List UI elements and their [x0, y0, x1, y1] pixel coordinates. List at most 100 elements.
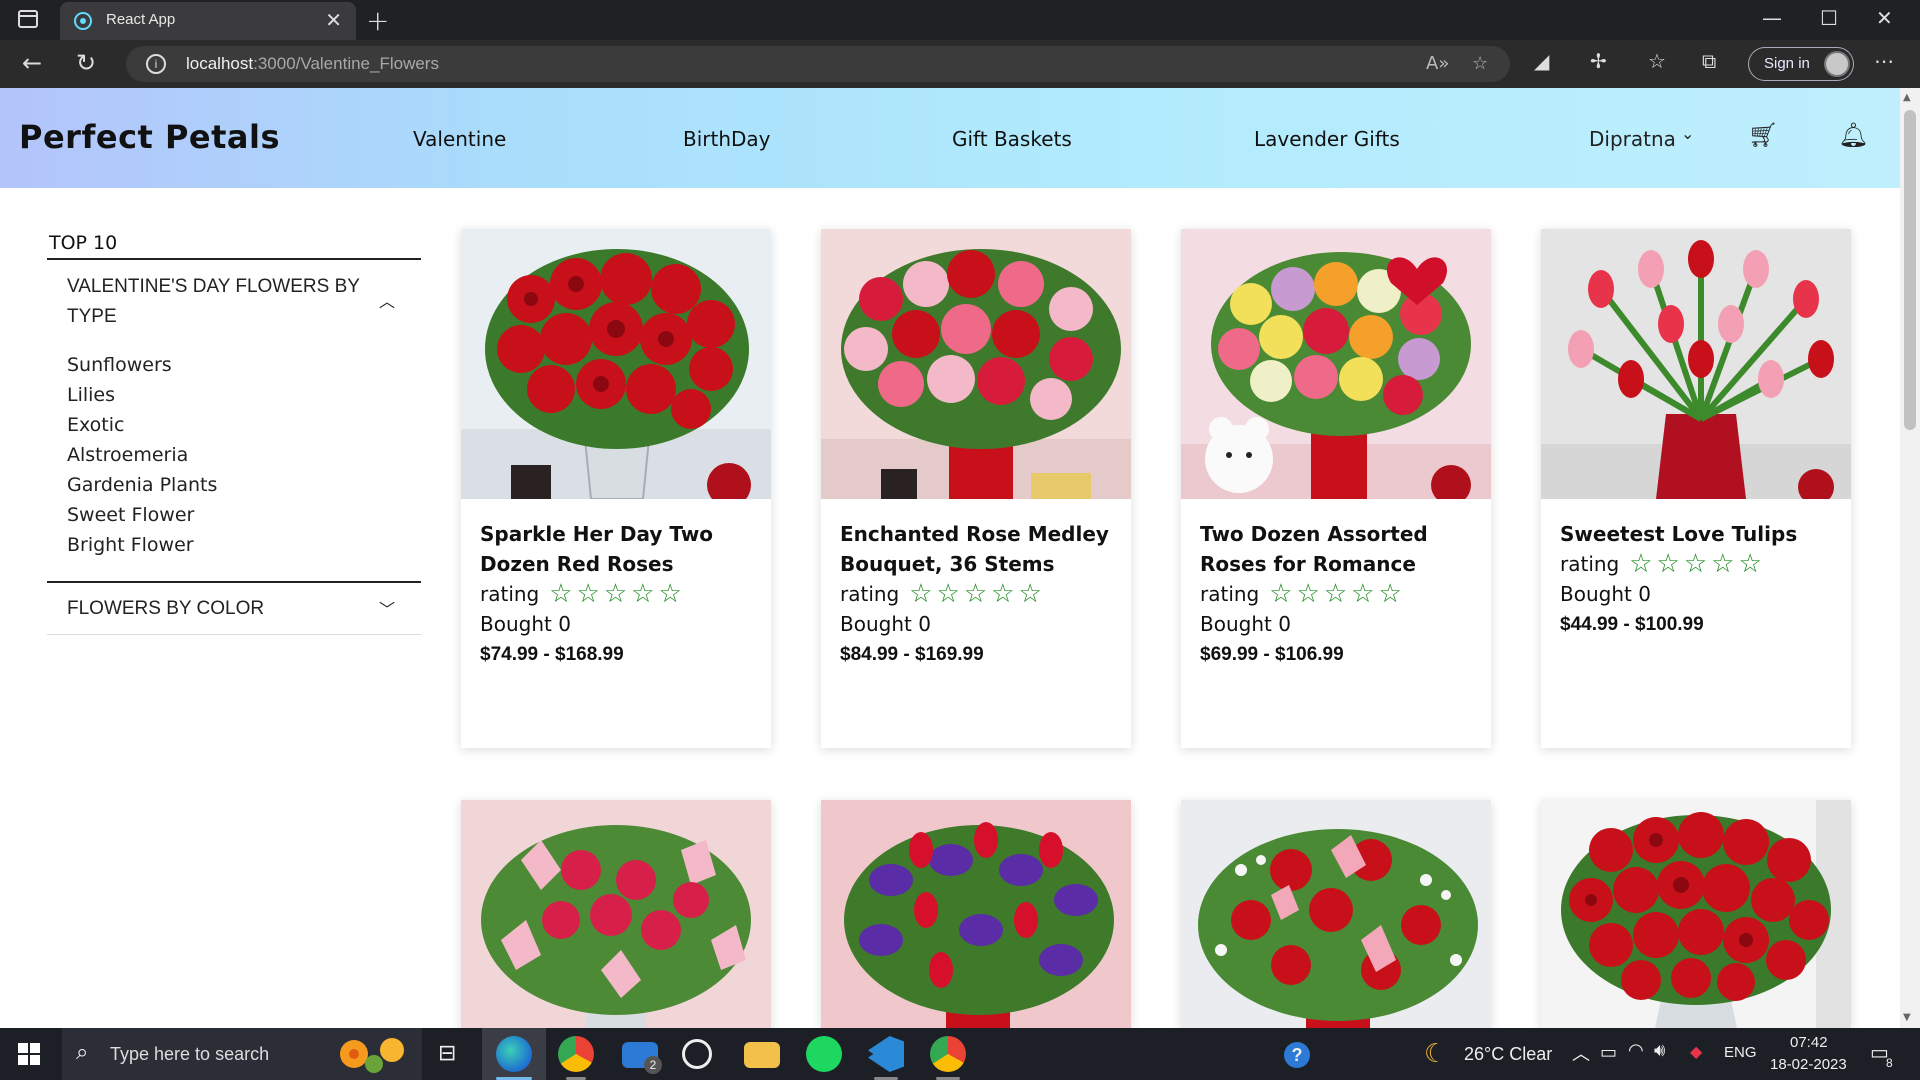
list-item[interactable]: Sweet Flower [67, 500, 217, 530]
reload-icon[interactable]: ↻ [76, 49, 96, 77]
divider [47, 581, 421, 583]
chrome-profile-icon[interactable] [930, 1036, 966, 1072]
browser-tab-bar: React App ✕ + — ☐ ✕ [0, 0, 1920, 40]
chevron-down-icon[interactable]: ﹀ [379, 596, 395, 620]
windows-start-icon[interactable] [18, 1043, 40, 1065]
star-rating-icon[interactable]: ☆☆☆☆☆ [549, 579, 686, 609]
star-rating-icon[interactable]: ☆☆☆☆☆ [1269, 579, 1406, 609]
product-title[interactable]: Sweetest Love Tulips [1560, 519, 1833, 549]
windows-taskbar: ⌕ Type here to search ⊟ 2 ? ☾ 26°C Clear… [0, 1028, 1920, 1080]
site-info-icon[interactable]: i [146, 54, 166, 74]
favorites-icon[interactable]: ☆ [1648, 49, 1666, 73]
language-indicator[interactable]: ENG [1724, 1044, 1757, 1061]
chrome-icon[interactable] [558, 1036, 594, 1072]
read-aloud-icon[interactable]: A» [1426, 53, 1449, 74]
wifi-icon[interactable]: ◠ [1628, 1040, 1644, 1061]
scroll-down-arrow-icon[interactable]: ▼ [1903, 1012, 1911, 1023]
scrollbar-thumb[interactable] [1904, 110, 1916, 430]
minimize-button[interactable]: — [1762, 6, 1782, 30]
vscode-icon[interactable] [868, 1036, 904, 1072]
product-card[interactable] [821, 800, 1131, 1028]
product-image[interactable] [1181, 800, 1491, 1028]
product-card[interactable]: Enchanted Rose Medley Bouquet, 36 Stems … [821, 229, 1131, 748]
tab-close-icon[interactable]: ✕ [325, 8, 342, 32]
list-item[interactable]: Sunflowers [67, 350, 217, 380]
product-title[interactable]: Two Dozen Assorted Roses for Romance [1200, 519, 1473, 579]
list-item[interactable]: Lilies [67, 380, 217, 410]
product-title[interactable]: Sparkle Her Day Two Dozen Red Roses [480, 519, 753, 579]
product-card[interactable] [1541, 800, 1851, 1028]
list-item[interactable]: Bright Flower [67, 530, 217, 560]
product-card[interactable]: Sparkle Her Day Two Dozen Red Roses rati… [461, 229, 771, 748]
back-icon[interactable]: ← [22, 49, 42, 77]
nav-gift-baskets[interactable]: Gift Baskets [952, 127, 1072, 151]
bell-icon[interactable]: 🔔︎ [1838, 121, 1868, 149]
new-tab-button[interactable]: + [366, 4, 389, 37]
product-card[interactable] [461, 800, 771, 1028]
chevron-up-icon[interactable]: ︿ [1572, 1040, 1590, 1066]
product-image[interactable] [461, 229, 771, 499]
product-card[interactable]: Sweetest Love Tulips rating ☆☆☆☆☆ Bought… [1541, 229, 1851, 748]
section-by-type[interactable]: VALENTINE'S DAY FLOWERS BY TYPE [67, 272, 367, 332]
tab-actions-icon[interactable] [18, 10, 38, 28]
github-icon[interactable] [682, 1039, 712, 1069]
product-image[interactable] [461, 800, 771, 1028]
device-icon[interactable]: ▭ [1600, 1042, 1617, 1063]
chevron-down-icon[interactable]: ⌄ [1681, 124, 1694, 143]
rating-label: rating [840, 582, 900, 606]
browser-tab[interactable]: React App ✕ [60, 2, 356, 40]
performance-icon[interactable]: ◢ [1534, 49, 1549, 73]
list-item[interactable]: Exotic [67, 410, 217, 440]
product-card[interactable] [1181, 800, 1491, 1028]
nav-birthday[interactable]: BirthDay [683, 127, 771, 151]
task-view-icon[interactable]: ⊟ [438, 1040, 456, 1066]
edge-icon[interactable] [496, 1036, 532, 1072]
brand-logo[interactable]: Perfect Petals [19, 118, 280, 156]
price-range: $84.99 - $169.99 [840, 644, 984, 665]
bought-count: Bought 0 [840, 612, 931, 636]
spotify-icon[interactable] [806, 1036, 842, 1072]
nav-valentine[interactable]: Valentine [413, 127, 506, 151]
sign-in-button[interactable]: Sign in [1748, 47, 1854, 81]
nav-lavender-gifts[interactable]: Lavender Gifts [1254, 127, 1400, 151]
maximize-button[interactable]: ☐ [1820, 6, 1838, 30]
list-item[interactable]: Alstroemeria [67, 440, 217, 470]
clock-date[interactable]: 18-02-2023 [1770, 1056, 1847, 1073]
product-image[interactable] [1541, 800, 1851, 1028]
close-window-button[interactable]: ✕ [1876, 6, 1893, 30]
weather-text[interactable]: 26°C Clear [1464, 1044, 1552, 1065]
type-list: Sunflowers Lilies Exotic Alstroemeria Ga… [67, 350, 217, 560]
product-image[interactable] [1541, 229, 1851, 499]
section-by-color[interactable]: FLOWERS BY COLOR [67, 594, 367, 624]
clock-time[interactable]: 07:42 [1790, 1034, 1828, 1051]
user-menu[interactable]: Dipratna [1589, 127, 1676, 151]
collections-icon[interactable]: ⧉ [1702, 49, 1716, 73]
favorite-add-icon[interactable]: ☆ [1472, 53, 1488, 74]
taskbar-search[interactable]: ⌕ Type here to search [62, 1028, 422, 1080]
product-title[interactable]: Enchanted Rose Medley Bouquet, 36 Stems [840, 519, 1113, 579]
url-text[interactable]: localhost:3000/Valentine_Flowers [186, 54, 439, 74]
address-bar[interactable]: i localhost:3000/Valentine_Flowers A» ☆ [126, 46, 1510, 82]
product-card[interactable]: Two Dozen Assorted Roses for Romance rat… [1181, 229, 1491, 748]
product-image[interactable] [821, 800, 1131, 1028]
cart-icon[interactable]: 🛒︎ [1748, 121, 1778, 149]
security-icon[interactable]: ◆ [1690, 1042, 1702, 1062]
list-item[interactable]: Gardenia Plants [67, 470, 217, 500]
volume-icon[interactable]: 🔊︎ [1654, 1040, 1665, 1061]
star-rating-icon[interactable]: ☆☆☆☆☆ [909, 579, 1046, 609]
divider [47, 258, 421, 260]
search-icon: ⌕ [76, 1040, 89, 1065]
rating-row: rating ☆☆☆☆☆ [1200, 579, 1473, 609]
file-explorer-icon[interactable] [744, 1042, 780, 1068]
product-image[interactable] [1181, 229, 1491, 499]
top-10-link[interactable]: TOP 10 [49, 232, 117, 254]
more-menu-icon[interactable]: ⋯ [1874, 49, 1894, 73]
chevron-up-icon[interactable]: ︿ [379, 288, 395, 312]
scroll-up-arrow-icon[interactable]: ▲ [1903, 92, 1911, 103]
price-range: $69.99 - $106.99 [1200, 644, 1344, 665]
product-image[interactable] [821, 229, 1131, 499]
star-rating-icon[interactable]: ☆☆☆☆☆ [1629, 549, 1766, 579]
extensions-icon[interactable]: ✢ [1590, 49, 1607, 73]
help-icon[interactable]: ? [1284, 1042, 1310, 1068]
bought-count: Bought 0 [1560, 582, 1651, 606]
